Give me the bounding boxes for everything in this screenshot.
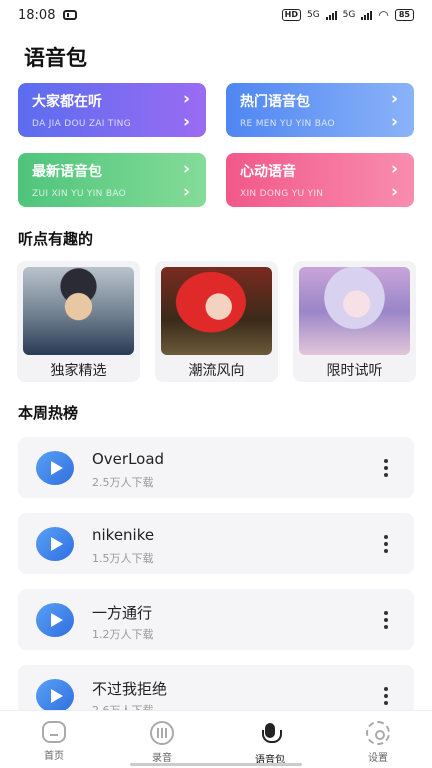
category-subtitle: RE MEN YU YIN BAO xyxy=(240,119,335,129)
play-icon[interactable] xyxy=(36,451,74,485)
network-label-2: 5G xyxy=(342,10,356,20)
gear-icon xyxy=(366,721,390,745)
network-label-1: 5G xyxy=(306,10,320,20)
chevron-right-icon: › xyxy=(390,112,398,132)
item-name: OverLoad xyxy=(92,450,165,468)
fun-cards-row: 独家精选 潮流风向 限时试听 xyxy=(17,261,417,382)
category-subtitle: ZUI XIN YU YIN BAO xyxy=(32,189,127,199)
notification-icon xyxy=(63,10,78,20)
wifi-icon: ◠ xyxy=(378,8,389,22)
fun-card-exclusive[interactable]: 独家精选 xyxy=(17,261,140,382)
fun-card-label: 独家精选 xyxy=(50,363,107,379)
category-title: 最新语音包 xyxy=(32,164,102,180)
fun-card-label: 潮流风向 xyxy=(188,363,245,379)
home-indicator[interactable] xyxy=(130,763,302,766)
nav-label: 设置 xyxy=(368,753,388,764)
play-icon[interactable] xyxy=(36,527,74,561)
category-card-hot-packs[interactable]: 热门语音包 RE MEN YU YIN BAO › › xyxy=(226,83,414,137)
item-downloads: 2.5万人下载 xyxy=(92,476,154,489)
hot-list: OverLoad 2.5万人下载 nikenike 1.5万人下载 一方通行 1… xyxy=(18,437,414,741)
more-icon[interactable] xyxy=(384,535,388,553)
section-title-hot: 本周热榜 xyxy=(18,404,79,422)
battery-icon: 85 xyxy=(394,9,414,21)
play-icon[interactable] xyxy=(36,679,74,713)
fun-card-limited-trial[interactable]: 限时试听 xyxy=(293,261,416,382)
chevron-right-icon: › xyxy=(182,159,190,179)
category-card-newest-packs[interactable]: 最新语音包 ZUI XIN YU YIN BAO › › xyxy=(18,153,206,207)
status-bar: 18:08 HD 5G 5G ◠ 85 xyxy=(0,0,432,30)
nav-item-record[interactable]: 录音 xyxy=(108,711,216,768)
chevron-right-icon: › xyxy=(390,159,398,179)
more-icon[interactable] xyxy=(384,459,388,477)
more-icon[interactable] xyxy=(384,687,388,705)
category-title: 大家都在听 xyxy=(32,94,102,110)
chevron-right-icon: › xyxy=(182,112,190,132)
category-title: 热门语音包 xyxy=(240,94,310,110)
item-downloads: 1.5万人下载 xyxy=(92,552,154,565)
mic-icon xyxy=(257,721,283,747)
chevron-right-icon: › xyxy=(390,182,398,202)
nav-item-voice-pack[interactable]: 语音包 xyxy=(216,711,324,768)
nav-label: 录音 xyxy=(152,753,172,764)
hd-badge: HD xyxy=(281,9,301,21)
category-card-heartbeat-voice[interactable]: 心动语音 XIN DONG YU YIN › › xyxy=(226,153,414,207)
chevron-right-icon: › xyxy=(182,182,190,202)
category-grid: 大家都在听 DA JIA DOU ZAI TING › › 热门语音包 RE M… xyxy=(18,83,414,207)
chevron-right-icon: › xyxy=(390,89,398,109)
category-title: 心动语音 xyxy=(240,164,296,180)
record-icon xyxy=(150,721,174,745)
nav-item-settings[interactable]: 设置 xyxy=(324,711,432,768)
signal-icon-2 xyxy=(361,10,373,20)
list-item[interactable]: OverLoad 2.5万人下载 xyxy=(18,437,414,498)
nav-label: 首页 xyxy=(44,751,64,762)
cover-image xyxy=(299,267,410,355)
more-icon[interactable] xyxy=(384,611,388,629)
page-title: 语音包 xyxy=(24,46,87,70)
play-icon[interactable] xyxy=(36,603,74,637)
category-subtitle: DA JIA DOU ZAI TING xyxy=(32,119,131,129)
status-time: 18:08 xyxy=(18,7,56,23)
fun-card-label: 限时试听 xyxy=(326,363,383,379)
item-name: 一方通行 xyxy=(92,604,153,622)
section-title-fun: 听点有趣的 xyxy=(18,230,94,248)
chevron-right-icon: › xyxy=(182,89,190,109)
list-item[interactable]: 一方通行 1.2万人下载 xyxy=(18,589,414,650)
item-name: nikenike xyxy=(92,526,155,544)
item-name: 不过我拒绝 xyxy=(92,680,168,698)
home-icon xyxy=(42,721,66,743)
category-card-everyone-listening[interactable]: 大家都在听 DA JIA DOU ZAI TING › › xyxy=(18,83,206,137)
category-subtitle: XIN DONG YU YIN xyxy=(240,189,324,199)
list-item[interactable]: nikenike 1.5万人下载 xyxy=(18,513,414,574)
signal-icon xyxy=(325,10,337,20)
item-downloads: 1.2万人下载 xyxy=(92,628,154,641)
bottom-nav: 首页 录音 语音包 设置 xyxy=(0,710,432,768)
nav-item-home[interactable]: 首页 xyxy=(0,711,108,768)
fun-card-trend[interactable]: 潮流风向 xyxy=(155,261,278,382)
cover-image xyxy=(161,267,272,355)
cover-image xyxy=(23,267,134,355)
